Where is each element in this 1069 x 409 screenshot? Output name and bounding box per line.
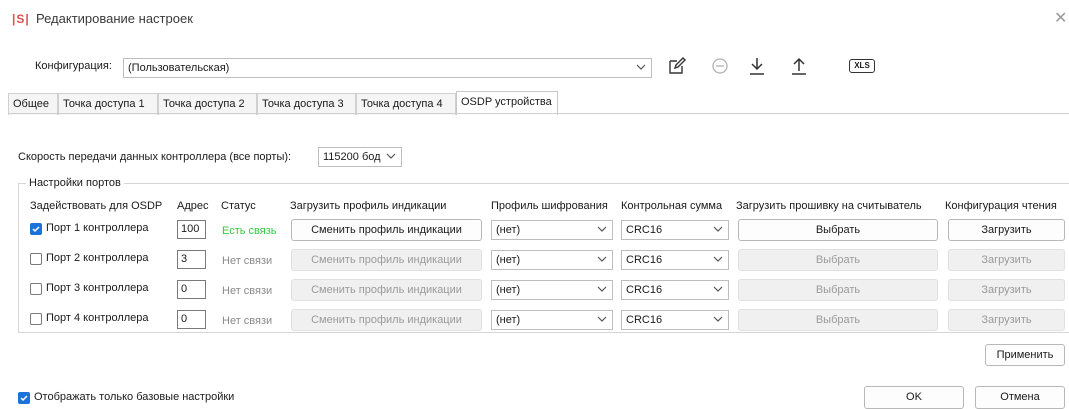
port-1-status: Есть связь (222, 225, 277, 237)
chevron-down-icon (636, 59, 646, 77)
port-4-status: Нет связи (222, 315, 273, 327)
port-1-checksum-select[interactable]: CRC16 (621, 220, 729, 240)
speed-label: Скорость передачи данных контроллера (вс… (18, 151, 292, 163)
port-2-change-profile-button[interactable]: Сменить профиль индикации (291, 249, 482, 271)
header-encryption: Профиль шифрования (491, 200, 608, 212)
speed-select[interactable]: 115200 бод (318, 147, 402, 167)
port-1-firmware-button[interactable]: Выбрать (738, 219, 938, 241)
xls-label: XLS (849, 59, 875, 73)
port-2-firmware-button[interactable]: Выбрать (738, 249, 938, 271)
port-2-address[interactable]: 3 (177, 250, 206, 269)
port-3-checkbox[interactable] (30, 283, 42, 295)
header-profile: Загрузить профиль индикации (290, 200, 447, 212)
port-4-read-config-button[interactable]: Загрузить (948, 309, 1065, 331)
xls-export-icon[interactable]: XLS (846, 53, 878, 79)
chevron-down-icon (386, 148, 396, 166)
port-2-read-config-button[interactable]: Загрузить (948, 249, 1065, 271)
basic-only-label: Отображать только базовые настройки (34, 391, 235, 403)
close-icon[interactable]: ✕ (1054, 8, 1067, 28)
tab-access-point-3[interactable]: Точка доступа 3 (257, 93, 356, 115)
chevron-down-icon (713, 281, 723, 299)
port-1-address[interactable]: 100 (177, 220, 206, 239)
header-read-config: Конфигурация чтения (945, 200, 1057, 212)
app-logo: |S| (12, 12, 30, 26)
chevron-down-icon (713, 251, 723, 269)
port-3-status: Нет связи (222, 285, 273, 297)
port-4-address[interactable]: 0 (177, 310, 206, 329)
apply-button[interactable]: Применить (985, 344, 1065, 366)
port-4-checkbox[interactable] (30, 313, 42, 325)
tab-access-point-4[interactable]: Точка доступа 4 (356, 93, 456, 115)
tab-osdp-devices[interactable]: OSDP устройства (456, 91, 558, 115)
port-settings-title: Настройки портов (26, 177, 124, 189)
tab-access-point-1[interactable]: Точка доступа 1 (58, 93, 158, 115)
chevron-down-icon (597, 281, 607, 299)
config-value: (Пользовательская) (128, 62, 230, 74)
chevron-down-icon (597, 251, 607, 269)
remove-icon[interactable] (707, 53, 733, 79)
edit-icon[interactable] (664, 53, 690, 79)
header-address: Адрес (177, 200, 209, 212)
chevron-down-icon (597, 221, 607, 239)
port-2-label: Порт 2 контроллера (46, 252, 149, 264)
port-4-checksum-select[interactable]: CRC16 (621, 310, 729, 330)
tab-general[interactable]: Общее (8, 93, 58, 115)
ok-button[interactable]: OK (864, 386, 964, 409)
header-firmware: Загрузить прошивку на считыватель (736, 200, 922, 212)
chevron-down-icon (713, 221, 723, 239)
header-use: Задействовать для OSDP (30, 200, 163, 212)
port-4-label: Порт 4 контроллера (46, 312, 149, 324)
port-1-encryption-select[interactable]: (нет) (491, 220, 613, 240)
window-title: Редактирование настроек (36, 11, 193, 26)
header-checksum: Контрольная сумма (621, 200, 723, 212)
cancel-button[interactable]: Отмена (975, 386, 1065, 409)
port-4-change-profile-button[interactable]: Сменить профиль индикации (291, 309, 482, 331)
chevron-down-icon (597, 311, 607, 329)
download-icon[interactable] (744, 53, 770, 79)
speed-value: 115200 бод (323, 151, 381, 163)
chevron-down-icon (713, 311, 723, 329)
basic-only-checkbox[interactable] (18, 392, 30, 404)
port-1-label: Порт 1 контроллера (46, 222, 149, 234)
port-4-encryption-select[interactable]: (нет) (491, 310, 613, 330)
config-select[interactable]: (Пользовательская) (123, 58, 652, 78)
port-2-status: Нет связи (222, 255, 273, 267)
port-2-encryption-select[interactable]: (нет) (491, 250, 613, 270)
port-3-checksum-select[interactable]: CRC16 (621, 280, 729, 300)
upload-icon[interactable] (786, 53, 812, 79)
port-3-label: Порт 3 контроллера (46, 282, 149, 294)
port-1-read-config-button[interactable]: Загрузить (948, 219, 1065, 241)
config-label: Конфигурация: (35, 60, 112, 72)
tab-access-point-2[interactable]: Точка доступа 2 (158, 93, 257, 115)
port-3-encryption-select[interactable]: (нет) (491, 280, 613, 300)
port-3-read-config-button[interactable]: Загрузить (948, 279, 1065, 301)
port-1-checkbox[interactable] (30, 223, 42, 235)
port-3-change-profile-button[interactable]: Сменить профиль индикации (291, 279, 482, 301)
port-4-firmware-button[interactable]: Выбрать (738, 309, 938, 331)
port-3-firmware-button[interactable]: Выбрать (738, 279, 938, 301)
header-status: Статус (221, 200, 256, 212)
port-2-checksum-select[interactable]: CRC16 (621, 250, 729, 270)
port-3-address[interactable]: 0 (177, 280, 206, 299)
port-2-checkbox[interactable] (30, 253, 42, 265)
port-1-change-profile-button[interactable]: Сменить профиль индикации (291, 219, 482, 241)
